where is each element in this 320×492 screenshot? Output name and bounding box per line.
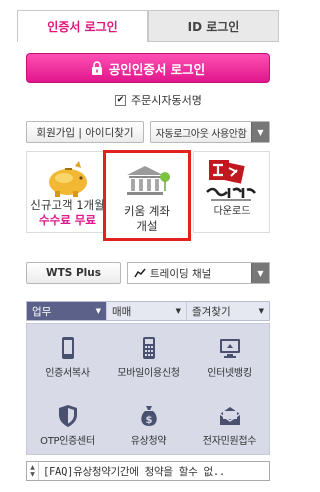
account-links-row: 회원가입 | 아이디찾기 자동로그아웃 사용안함 ▼ — [26, 121, 270, 143]
service-internet-banking-label: 인터넷뱅킹 — [207, 368, 252, 379]
cert-login-label: 공인인증서 로그인 — [108, 61, 206, 77]
faq-text[interactable]: [FAQ]유상청약기간에 청약을 할수 없.. — [39, 464, 225, 479]
order-signature-row[interactable]: ✔ 주문시자동서명 — [115, 92, 202, 108]
faq-scroll-arrows[interactable]: ▲ ▼ — [27, 462, 39, 480]
service-mobile-apply-label: 모바일이용신청 — [117, 368, 180, 379]
shield-icon — [58, 405, 77, 427]
tab-cert-login[interactable]: 인증서 로그인 — [17, 10, 148, 42]
tab-trading[interactable]: 매매 ▼ — [107, 302, 187, 320]
chevron-down-icon[interactable]: ▼ — [251, 263, 269, 283]
join-find-id-button[interactable]: 회원가입 | 아이디찾기 — [26, 121, 144, 143]
mail-icon — [219, 407, 240, 425]
promo-open-account-text: 키움 계좌 개설 — [124, 204, 170, 234]
service-rights-offering[interactable]: $ 유상청약 — [108, 404, 189, 447]
trading-channel-label: 트레이딩 채널 — [150, 267, 212, 280]
service-cert-copy-label: 인증서복사 — [45, 368, 90, 379]
service-grid: 인증서복사 모바일이용신청 인터넷뱅킹 OTP인증센터 $ 유상청약 전자민원접… — [26, 323, 270, 455]
promo-younghero[interactable]: 다운로드 — [193, 151, 270, 233]
tab-business[interactable]: 업무 ▼ — [27, 302, 107, 320]
trading-channel-select[interactable]: 트레이딩 채널 ▼ — [127, 262, 270, 284]
chevron-up-icon[interactable]: ▲ — [30, 464, 35, 471]
promo-open-account-line1: 키움 계좌 — [124, 204, 170, 218]
money-bag-icon: $ — [140, 406, 157, 426]
chevron-down-icon[interactable]: ▼ — [30, 471, 35, 478]
menu-tab-bar: 업무 ▼ 매매 ▼ 즐겨찾기 ▼ — [26, 301, 270, 321]
order-signature-checkbox[interactable]: ✔ — [115, 94, 126, 106]
service-otp-center[interactable]: OTP인증센터 — [27, 404, 108, 447]
chevron-down-icon: ▼ — [258, 307, 264, 315]
service-cert-copy[interactable]: 인증서복사 — [27, 336, 108, 379]
trading-channel-label-wrap: 트레이딩 채널 — [128, 263, 251, 283]
promo-new-customer[interactable]: 신규고객 1개월 수수료 무료 — [26, 151, 109, 233]
order-signature-label: 주문시자동서명 — [131, 94, 202, 107]
tab-favorites[interactable]: 즐겨찾기 ▼ — [187, 302, 269, 320]
service-e-complaint[interactable]: 전자민원접수 — [189, 404, 270, 447]
promo-new-customer-text: 신규고객 1개월 수수료 무료 — [30, 198, 104, 228]
tab-id-login[interactable]: ID 로그인 — [148, 10, 279, 42]
service-mobile-apply[interactable]: 모바일이용신청 — [108, 336, 189, 379]
lock-icon — [91, 61, 102, 75]
service-otp-center-label: OTP인증센터 — [40, 436, 95, 447]
wts-trading-row: WTS Plus 트레이딩 채널 ▼ — [26, 262, 270, 284]
chevron-down-icon: ▼ — [175, 307, 181, 315]
chevron-down-icon[interactable]: ▼ — [251, 122, 269, 142]
trend-line-icon — [134, 268, 146, 278]
promo-new-customer-line1: 신규고객 1개월 — [30, 198, 105, 212]
bank-building-icon — [127, 166, 170, 195]
promo-younghero-label: 다운로드 — [213, 205, 250, 216]
piggy-bank-icon — [48, 161, 87, 197]
auto-logout-select[interactable]: 자동로그아웃 사용안함 ▼ — [150, 121, 270, 143]
tab-trading-label: 매매 — [112, 305, 132, 318]
cert-login-button[interactable]: 공인인증서 로그인 — [26, 53, 270, 83]
tab-business-label: 업무 — [32, 305, 52, 318]
service-internet-banking[interactable]: 인터넷뱅킹 — [189, 336, 270, 379]
promo-open-account[interactable]: 키움 계좌 개설 — [103, 150, 191, 241]
service-rights-offering-label: 유상청약 — [130, 436, 167, 447]
chevron-down-icon: ▼ — [95, 307, 101, 315]
younghero-logo: 다운로드 — [205, 160, 256, 216]
promo-open-account-line2: 개설 — [136, 219, 158, 233]
phone-icon — [61, 337, 74, 359]
faq-ticker[interactable]: ▲ ▼ [FAQ]유상청약기간에 청약을 할수 없.. — [26, 461, 270, 481]
login-tabs: 인증서 로그인 ID 로그인 — [17, 10, 279, 42]
login-panel: 인증서 로그인 ID 로그인 공인인증서 로그인 ✔ 주문시자동서명 회원가입 … — [17, 10, 279, 485]
svg-text:$: $ — [145, 415, 152, 426]
auto-logout-label: 자동로그아웃 사용안함 — [155, 128, 247, 140]
service-e-complaint-label: 전자민원접수 — [202, 436, 257, 447]
monitor-icon — [219, 339, 240, 358]
calculator-phone-icon — [142, 337, 155, 359]
promo-new-customer-line2: 수수료 무료 — [39, 213, 96, 227]
tab-favorites-label: 즐겨찾기 — [192, 305, 231, 318]
wts-plus-button[interactable]: WTS Plus — [26, 262, 121, 284]
